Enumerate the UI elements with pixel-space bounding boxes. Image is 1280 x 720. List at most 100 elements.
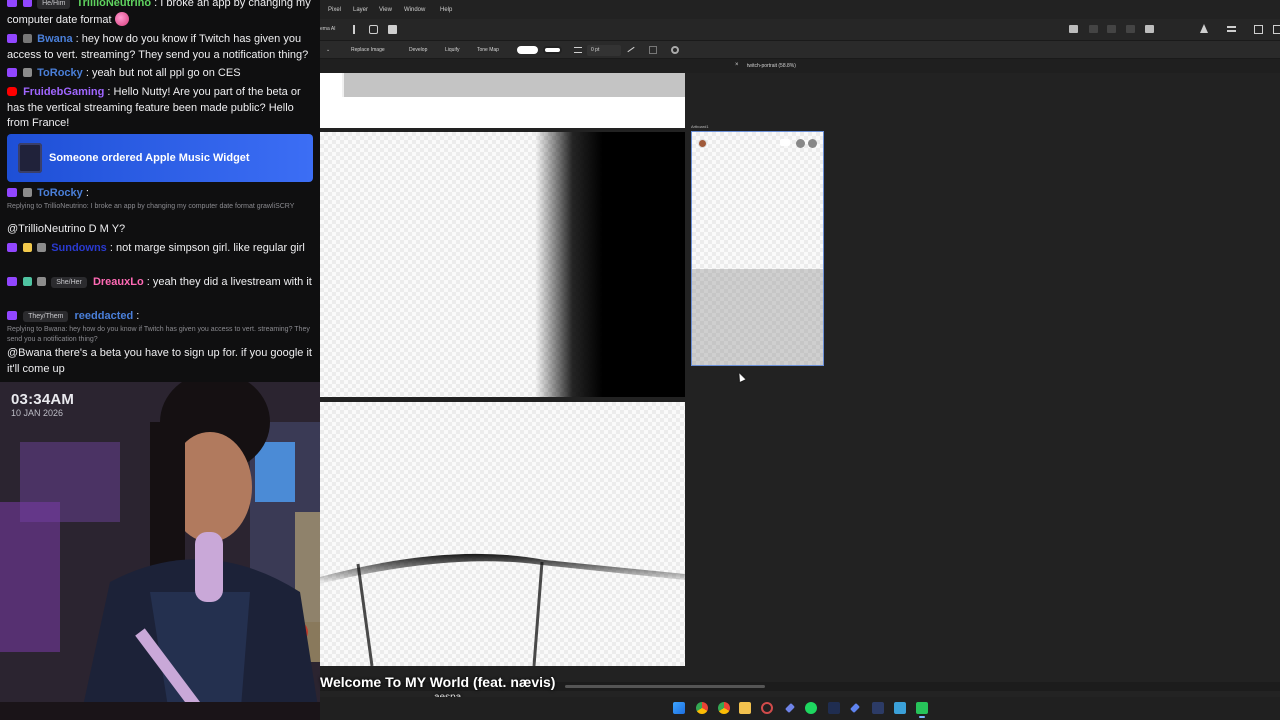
taskbar	[320, 697, 1280, 720]
chat-text: :	[136, 310, 140, 322]
menu-layer[interactable]: Layer	[353, 7, 368, 13]
menu-help[interactable]: Help	[440, 7, 452, 13]
develop-button[interactable]: Develop	[405, 45, 431, 56]
menu-window[interactable]: Window	[404, 7, 425, 13]
black-fade-layer	[535, 132, 685, 397]
photo-editor-window: Pixel Layer View Window Help ema AI ⌄ Re…	[320, 0, 1280, 697]
windows-start-icon[interactable]	[673, 702, 685, 714]
publisher-icon[interactable]	[872, 702, 884, 714]
chat-message: She/Her DreauxLo : yeah they did a lives…	[7, 275, 315, 291]
canvas-panel-gradient	[320, 132, 685, 397]
chrome-icon[interactable]	[696, 702, 708, 714]
designer-alt-icon[interactable]	[850, 703, 860, 713]
settings-gear-icon[interactable]	[671, 46, 679, 54]
circle-icon	[808, 139, 817, 148]
disabled-tool-icon	[1126, 25, 1135, 33]
webcam-scene	[0, 382, 320, 720]
twitch-icon	[7, 34, 17, 43]
frame-icon[interactable]	[388, 25, 397, 34]
badge-icon	[23, 34, 33, 43]
image-viewer-icon[interactable]	[894, 702, 906, 714]
replace-image-button[interactable]: Replace Image	[347, 45, 389, 56]
warning-icon[interactable]	[1200, 24, 1208, 33]
more-options-icon[interactable]	[353, 25, 355, 34]
chat-username: DreauxLo	[92, 276, 144, 288]
chat-message: ToRocky : yeah but not all ppl go on CES	[7, 66, 315, 82]
clock-date: 10 JAN 2026	[11, 408, 64, 418]
pronoun-chip: They/Them	[23, 311, 69, 322]
chat-username: Sundowns	[51, 242, 107, 254]
stroke-swatch[interactable]	[543, 46, 562, 54]
twitch-icon	[7, 0, 17, 7]
order-alert: Someone ordered Apple Music Widget	[7, 134, 313, 182]
chat-text: @Bwana there's a beta you have to sign u…	[7, 347, 312, 375]
badge-icon	[37, 277, 47, 286]
twitch-icon	[7, 311, 17, 320]
chat-message: Bwana : hey how do you know if Twitch ha…	[7, 32, 315, 63]
chevron-down-icon[interactable]: ⌄	[326, 47, 330, 53]
pen-icon[interactable]	[627, 46, 635, 53]
twitch-icon	[7, 277, 17, 286]
grid-icon[interactable]	[649, 46, 657, 54]
artboard-canvas[interactable]	[691, 131, 824, 366]
chat-overlay: He/Him TrillioNeutrino : I broke an app …	[0, 0, 320, 382]
webcam-feed: 03:34AM 10 JAN 2026	[0, 382, 320, 720]
menu-view[interactable]: View	[379, 7, 392, 13]
badge-icon	[37, 243, 47, 252]
designer-icon[interactable]	[785, 703, 795, 713]
chat-text: : yeah but not all ppl go on CES	[85, 67, 241, 79]
document-tab[interactable]: twitch-portrait (58.8%)	[747, 63, 796, 69]
pronoun-chip: He/Him	[37, 0, 71, 9]
artboard-label[interactable]: Artboard1	[691, 124, 709, 129]
chat-message: Sundowns : not marge simpson girl. like …	[7, 241, 315, 257]
layers-icon[interactable]	[1069, 25, 1078, 33]
liquify-button[interactable]: Liquify	[441, 45, 463, 56]
badge-icon	[23, 68, 33, 77]
canvas-panel-frame	[320, 402, 685, 666]
panel-toggle-icon[interactable]	[1273, 25, 1280, 34]
chat-message: ToRocky :	[7, 186, 315, 202]
fill-swatch[interactable]	[517, 46, 538, 54]
active-app-icon[interactable]	[916, 702, 928, 718]
chat-username: ToRocky	[37, 187, 83, 199]
stroke-style-icon[interactable]	[574, 47, 582, 53]
song-title: Welcome To MY World (feat. nævis)	[320, 674, 556, 690]
export-icon[interactable]	[1254, 25, 1263, 34]
avatar	[698, 139, 707, 148]
badge-icon	[23, 188, 33, 197]
twitch-icon	[7, 188, 17, 197]
chrome-profile-icon[interactable]	[718, 702, 730, 714]
tab-close-icon[interactable]: ×	[735, 62, 739, 68]
chat-username: TrillioNeutrino	[76, 0, 152, 9]
chat-username: Bwana	[37, 33, 73, 45]
scrollbar-thumb[interactable]	[565, 685, 765, 688]
emote-icon	[114, 11, 129, 26]
screen-recorder-icon[interactable]	[761, 702, 773, 714]
canvas-area[interactable]: Artboard1	[320, 73, 1280, 682]
arrange-icon[interactable]	[1145, 25, 1154, 33]
tone-map-button[interactable]: Tone Map	[473, 45, 503, 56]
chat-message: FruidebGaming : Hello Nutty! Are you par…	[7, 85, 315, 132]
align-icon[interactable]	[1227, 26, 1236, 32]
menu-pixel[interactable]: Pixel	[328, 7, 341, 13]
chat-message: They/Them reeddacted :	[7, 309, 315, 325]
reply-context: Replying to Bwana: hey how do you know i…	[7, 326, 310, 343]
chat-text: : not marge simpson girl. like regular g…	[109, 242, 305, 254]
chat-text: : yeah they did a livestream with it	[146, 276, 312, 288]
photo-app-icon[interactable]	[828, 702, 840, 714]
spotify-icon[interactable]	[805, 702, 817, 714]
alert-text: Someone ordered Apple Music Widget	[49, 152, 250, 164]
file-explorer-icon[interactable]	[739, 702, 751, 714]
toolbar-partial-label[interactable]: ema AI	[320, 26, 336, 32]
circle-icon	[796, 139, 805, 148]
badge-icon	[23, 243, 33, 252]
youtube-icon	[7, 87, 17, 96]
main-toolbar: ema AI	[320, 19, 1280, 41]
stroke-width-field[interactable]: 0 pt	[587, 45, 621, 56]
document-tabs: × twitch-portrait (58.8%)	[320, 59, 1280, 73]
frame-shadow-shape	[320, 553, 685, 666]
badge-icon	[23, 277, 33, 286]
menu-bar: Pixel Layer View Window Help	[320, 0, 1280, 19]
widget-thumbnail	[18, 143, 42, 173]
copy-icon[interactable]	[369, 25, 378, 34]
